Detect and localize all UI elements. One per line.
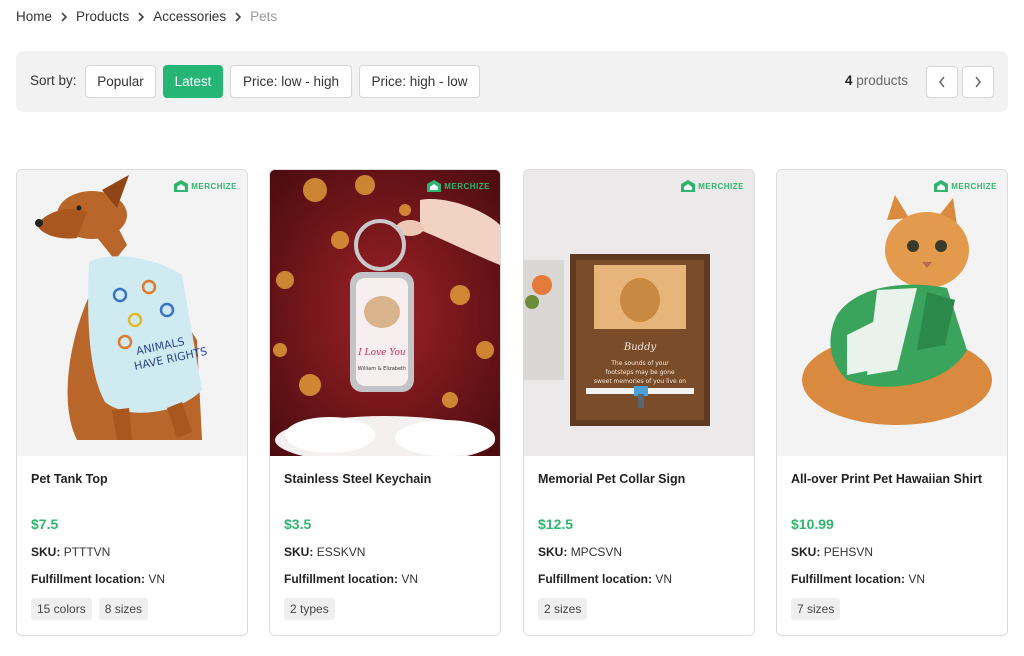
product-count: 4 products [845,73,908,88]
variant-tag: 8 sizes [98,598,149,620]
product-title[interactable]: All-over Print Pet Hawaiian Shirt [791,472,982,486]
product-title[interactable]: Stainless Steel Keychain [284,472,431,486]
product-title[interactable]: Memorial Pet Collar Sign [538,472,685,486]
merchize-logo-text: MERCHIZE [951,181,997,191]
product-fulfillment-location: Fulfillment location: VN [31,572,165,586]
chevron-right-icon [975,76,981,88]
product-image[interactable]: Buddy The sounds of your footsteps may b… [524,170,754,456]
svg-text:William & Elizabeth: William & Elizabeth [358,366,406,372]
dog-in-tank-top-icon: ANIMALS HAVE RIGHTS [35,175,208,440]
product-sku: SKU: PTTTVN [31,545,110,559]
product-sku: SKU: PEHSVN [791,545,873,559]
product-variant-tags: 2 types [284,598,335,620]
product-count-number: 4 [845,73,853,88]
breadcrumb-accessories[interactable]: Accessories [153,9,226,24]
sort-price-high-low-button[interactable]: Price: high - low [359,65,480,98]
chevron-right-icon [52,9,76,24]
product-card-pet-tank-top[interactable]: ANIMALS HAVE RIGHTS MERCHIZE Pet Tank To… [16,169,248,636]
svg-text:Buddy: Buddy [623,342,657,353]
next-page-button[interactable] [962,66,994,98]
location-value: VN [655,572,673,586]
product-card-memorial-pet-collar-sign[interactable]: Buddy The sounds of your footsteps may b… [523,169,755,636]
location-label: Fulfillment location: [31,572,145,586]
variant-tag: 2 types [284,598,335,620]
location-label: Fulfillment location: [284,572,398,586]
variant-tag: 15 colors [31,598,92,620]
product-image[interactable]: ANIMALS HAVE RIGHTS MERCHIZE [17,170,247,456]
breadcrumb-current: Pets [250,9,278,24]
product-fulfillment-location: Fulfillment location: VN [791,572,925,586]
chevron-right-icon [129,9,153,24]
sku-value: PTTTVN [63,545,111,559]
sku-value: MPCSVN [570,545,623,559]
memorial-frame-icon: Buddy The sounds of your footsteps may b… [524,170,754,456]
product-sku: SKU: ESSKVN [284,545,365,559]
sku-label: SKU: [538,545,568,559]
sort-price-low-high-button[interactable]: Price: low - high [230,65,352,98]
product-title[interactable]: Pet Tank Top [31,472,108,486]
product-price: $3.5 [284,516,312,532]
location-label: Fulfillment location: [538,572,652,586]
product-image[interactable]: I Love You William & Elizabeth MERCHIZE [270,170,500,456]
location-value: VN [908,572,926,586]
breadcrumb: Home Products Accessories Pets [16,9,277,24]
merchize-logo: MERCHIZE [681,180,744,192]
merchize-logo-text: MERCHIZE [698,181,744,191]
merchize-logo: MERCHIZE [174,180,237,192]
product-variant-tags: 2 sizes [538,598,588,620]
sku-value: ESSKVN [316,545,366,559]
sort-label: Sort by: [30,73,77,88]
variant-tag: 7 sizes [791,598,841,620]
sku-label: SKU: [284,545,314,559]
svg-text:sweet memories of you live on: sweet memories of you live on [594,378,686,385]
merchize-logo: MERCHIZE [934,180,997,192]
sort-popular-button[interactable]: Popular [85,65,156,98]
product-image[interactable]: MERCHIZE [777,170,1007,456]
sort-latest-button[interactable]: Latest [163,65,223,98]
svg-text:The sounds of your: The sounds of your [610,360,669,367]
svg-text:I Love You: I Love You [357,348,406,358]
product-price: $7.5 [31,516,59,532]
cat-in-shirt-icon [777,170,1007,456]
merchize-logo: MERCHIZE [427,180,490,192]
sku-label: SKU: [31,545,61,559]
product-price: $12.5 [538,516,574,532]
product-fulfillment-location: Fulfillment location: VN [538,572,672,586]
product-count-text: products [852,73,909,88]
product-card-pet-hawaiian-shirt[interactable]: MERCHIZE All-over Print Pet Hawaiian Shi… [776,169,1008,636]
sku-label: SKU: [791,545,821,559]
product-variant-tags: 7 sizes [791,598,841,620]
sku-value: PEHSVN [823,545,874,559]
chevron-left-icon [939,76,945,88]
product-fulfillment-location: Fulfillment location: VN [284,572,418,586]
breadcrumb-home[interactable]: Home [16,9,52,24]
location-value: VN [148,572,166,586]
prev-page-button[interactable] [926,66,958,98]
breadcrumb-products[interactable]: Products [76,9,129,24]
chevron-right-icon [226,9,250,24]
keychain-icon: I Love You William & Elizabeth [270,170,500,456]
merchize-logo-text: MERCHIZE [191,181,237,191]
location-label: Fulfillment location: [791,572,905,586]
product-card-stainless-steel-keychain[interactable]: I Love You William & Elizabeth MERCHIZE … [269,169,501,636]
product-variant-tags: 15 colors 8 sizes [31,598,149,620]
svg-text:footsteps may be gone: footsteps may be gone [605,369,674,376]
merchize-logo-text: MERCHIZE [444,181,490,191]
product-sku: SKU: MPCSVN [538,545,622,559]
product-price: $10.99 [791,516,834,532]
sort-toolbar: Sort by: Popular Latest Price: low - hig… [16,51,1008,112]
location-value: VN [401,572,419,586]
variant-tag: 2 sizes [538,598,588,620]
